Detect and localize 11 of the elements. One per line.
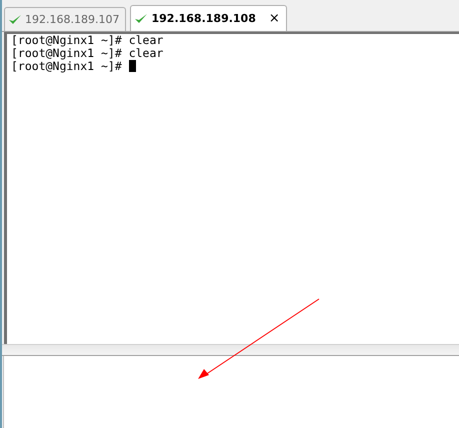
close-icon[interactable]: × [268, 11, 280, 26]
session-tab[interactable]: 192.168.189.108 × [130, 5, 287, 31]
terminal-line: [root@Nginx1 ~]# [11, 60, 455, 73]
terminal-line: [root@Nginx1 ~]# clear [11, 34, 164, 47]
input-pane[interactable] [3, 356, 459, 428]
session-tab[interactable]: 192.168.189.107 [4, 7, 126, 31]
check-icon [134, 12, 148, 24]
check-icon [8, 14, 22, 26]
splitter[interactable] [2, 344, 459, 356]
terminal-line: [root@Nginx1 ~]# clear [11, 47, 164, 60]
terminal-pane[interactable]: [root@Nginx1 ~]# clear [root@Nginx1 ~]# clear [root@Nginx1 ~]# [4, 32, 459, 344]
